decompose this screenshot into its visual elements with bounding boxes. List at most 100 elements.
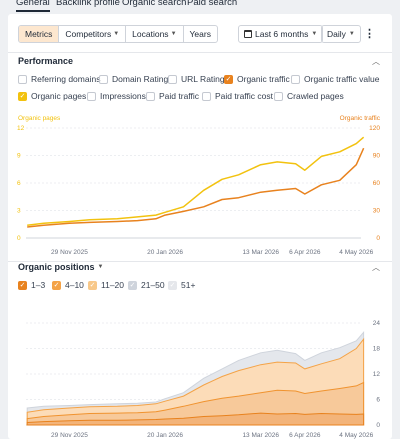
checkbox-organic-traffic[interactable]: ✓ Organic traffic (224, 74, 290, 84)
checkbox-label: Paid traffic cost (215, 91, 273, 101)
series-line-organic-traffic (27, 147, 365, 228)
right-tick-label: 0 (376, 235, 380, 242)
right-axis-label: Organic traffic (340, 115, 381, 122)
legend-21-50[interactable]: ✓ 21–50 (128, 280, 165, 290)
checkbox-impressions[interactable]: Impressions (87, 91, 146, 101)
chevron-down-icon: ▼ (170, 31, 177, 37)
checkbox-label: URL Rating (181, 74, 225, 84)
period-dropdown[interactable]: Last 6 months ▼ (238, 25, 324, 43)
checkbox-label: Organic pages (31, 91, 87, 101)
checkbox-box (274, 91, 283, 101)
checkbox-box (291, 74, 300, 84)
checkbox-box (87, 91, 96, 101)
x-tick-label: 6 Apr 2026 (289, 249, 321, 256)
more-options-icon[interactable]: ⋮ (364, 27, 375, 41)
legend-label: 51+ (181, 280, 196, 290)
check-icon: ✓ (168, 280, 177, 290)
right-tick-label: 18 (373, 346, 381, 353)
filter-segmented-control: Metrics Competitors ▼ Locations ▼ Years (18, 25, 218, 43)
check-icon: ✓ (128, 280, 137, 290)
tab-general[interactable]: General (16, 0, 50, 12)
competitors-dropdown[interactable]: Competitors ▼ (59, 26, 127, 42)
series-line-organic-pages (27, 136, 365, 226)
left-tick-label: 3 (17, 208, 21, 215)
legend-51-plus[interactable]: ✓ 51+ (168, 280, 195, 290)
granularity-dropdown[interactable]: Daily ▼ (321, 25, 361, 43)
checkbox-box (99, 74, 108, 84)
right-tick-label: 120 (369, 125, 380, 132)
locations-label: Locations (132, 29, 169, 39)
right-tick-label: 30 (373, 208, 381, 215)
checkbox-referring-domains[interactable]: Referring domains (18, 74, 100, 84)
right-tick-label: 90 (373, 153, 381, 160)
checkbox-label: Organic traffic (237, 74, 290, 84)
check-icon: ✓ (18, 280, 27, 290)
legend-label: 21–50 (141, 280, 165, 290)
right-tick-label: 12 (373, 371, 381, 378)
performance-title: Performance (18, 56, 74, 66)
checkbox-label: Domain Rating (112, 74, 169, 84)
checkbox-label: Paid traffic (159, 91, 200, 101)
check-icon: ✓ (88, 280, 97, 290)
competitors-label: Competitors (65, 29, 112, 39)
organic-positions-label: Organic positions (18, 262, 95, 272)
check-icon: ✓ (224, 74, 233, 84)
x-tick-label: 4 May 2026 (339, 432, 373, 439)
checkbox-box (146, 91, 155, 101)
chevron-up-icon[interactable]: ︿ (372, 56, 380, 67)
legend-1-3[interactable]: ✓ 1–3 (18, 280, 45, 290)
x-tick-label: 20 Jan 2026 (147, 249, 183, 256)
checkbox-label: Organic traffic value (304, 74, 380, 84)
left-tick-label: 0 (17, 235, 21, 242)
locations-dropdown[interactable]: Locations ▼ (126, 26, 184, 42)
legend-label: 11–20 (101, 280, 125, 290)
x-tick-label: 4 May 2026 (339, 249, 373, 256)
chevron-down-icon: ▼ (348, 31, 355, 37)
checkbox-organic-pages[interactable]: ✓ Organic pages (18, 91, 86, 101)
performance-chart: Organic pages Organic traffic129630120906… (17, 115, 381, 256)
check-icon: ✓ (52, 280, 61, 290)
metrics-button[interactable]: Metrics (19, 26, 60, 42)
divider (8, 52, 392, 53)
tab-organic-search[interactable]: Organic search (122, 0, 186, 8)
checkbox-paid-traffic-cost[interactable]: Paid traffic cost (202, 91, 273, 101)
organic-positions-title[interactable]: Organic positions ▼ (18, 262, 103, 272)
check-icon: ✓ (18, 91, 27, 101)
checkbox-paid-traffic[interactable]: Paid traffic (146, 91, 199, 101)
checkbox-domain-rating[interactable]: Domain Rating (99, 74, 168, 84)
checkbox-url-rating[interactable]: URL Rating (168, 74, 225, 84)
x-tick-label: 6 Apr 2026 (289, 432, 321, 439)
legend-label: 4–10 (65, 280, 84, 290)
left-tick-label: 9 (17, 153, 21, 160)
right-tick-label: 6 (376, 397, 380, 404)
top-tabs: General Backlink profile Organic search … (0, 0, 400, 14)
overview-card: Metrics Competitors ▼ Locations ▼ Years La… (8, 14, 392, 439)
left-axis-label: Organic pages (18, 115, 61, 122)
legend-4-10[interactable]: ✓ 4–10 (52, 280, 84, 290)
legend-label: 1–3 (31, 280, 46, 290)
checkbox-organic-traffic-value[interactable]: Organic traffic value (291, 74, 379, 84)
checkbox-box (202, 91, 211, 101)
x-tick-label: 29 Nov 2025 (51, 432, 88, 439)
chevron-down-icon: ▼ (113, 31, 120, 37)
legend-11-20[interactable]: ✓ 11–20 (88, 280, 124, 290)
checkbox-label: Impressions (100, 91, 146, 101)
chevron-down-icon: ▼ (97, 264, 104, 270)
years-button[interactable]: Years (184, 26, 217, 42)
x-tick-label: 20 Jan 2026 (147, 432, 183, 439)
x-tick-label: 13 Mar 2026 (242, 249, 279, 256)
chevron-down-icon: ▼ (311, 31, 318, 37)
organic-positions-chart: 24 18 12 6 0 29 Nov 2025 20 Jan 2026 13 Mar 202… (26, 320, 381, 439)
chevron-up-icon[interactable]: ︿ (372, 262, 380, 273)
checkbox-crawled-pages[interactable]: Crawled pages (274, 91, 344, 101)
tab-backlink-profile[interactable]: Backlink profile (56, 0, 120, 8)
checkbox-label: Referring domains (31, 74, 101, 84)
calendar-icon (244, 30, 252, 38)
tab-paid-search[interactable]: Paid search (187, 0, 237, 8)
checkbox-label: Crawled pages (287, 91, 344, 101)
right-tick-label: 60 (373, 180, 381, 187)
right-tick-label: 0 (376, 422, 380, 429)
checkbox-box (18, 74, 27, 84)
checkbox-box (168, 74, 177, 84)
x-tick-label: 29 Nov 2025 (51, 249, 88, 256)
